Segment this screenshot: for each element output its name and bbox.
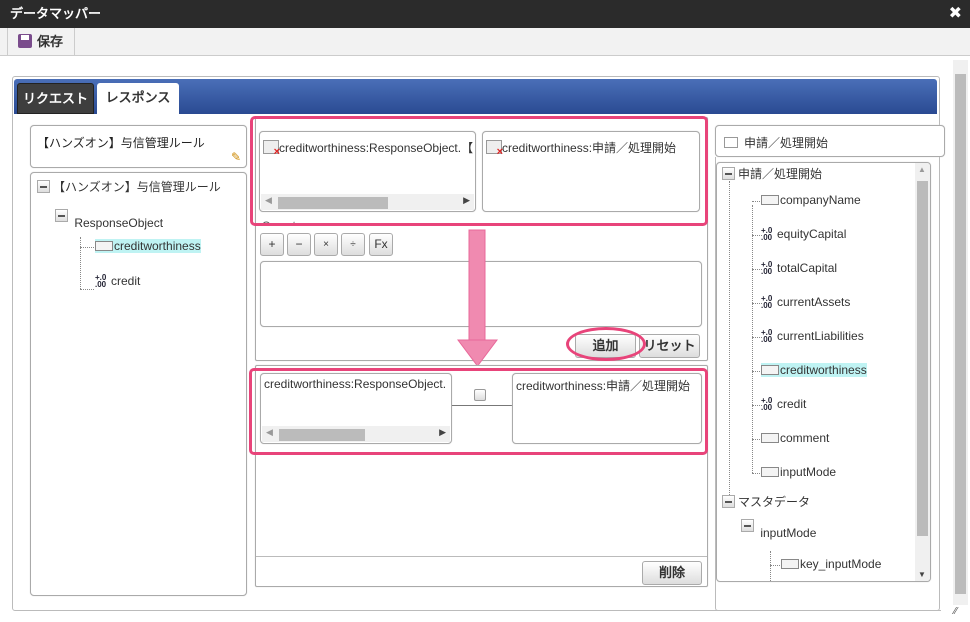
node-label: creditworthiness <box>114 239 201 253</box>
toolbar: 保存 <box>0 28 970 56</box>
plus-operator-button[interactable]: + <box>260 233 284 256</box>
tree-node-responseobject[interactable]: ResponseObject <box>55 209 163 230</box>
tab-request[interactable]: リクエスト <box>17 83 94 114</box>
tree-leaf-creditworthiness[interactable]: creditworthiness <box>95 239 201 253</box>
divider <box>256 556 707 557</box>
edit-highlight-box <box>250 116 708 226</box>
form-icon <box>724 137 738 148</box>
collapse-icon[interactable] <box>55 209 68 222</box>
function-button[interactable]: Fx <box>369 233 393 256</box>
rule-name-box: 【ハンズオン】与信管理ルール ✎ <box>30 125 247 168</box>
window-title: データマッパー <box>0 0 970 28</box>
resize-handle-icon[interactable]: ⁄⁄ <box>954 606 957 617</box>
rule-name: 【ハンズオン】与信管理ルール <box>37 136 205 150</box>
node-label: credit <box>111 274 141 288</box>
tab-bar: リクエスト レスポンス <box>14 79 937 114</box>
string-field-icon <box>95 241 113 251</box>
save-button[interactable]: 保存 <box>7 28 75 56</box>
node-label: 【ハンズオン】与信管理ルール <box>53 180 221 194</box>
right-panel-frame <box>715 157 941 611</box>
mapping-highlight-box <box>249 368 708 455</box>
collapse-icon[interactable] <box>37 180 50 193</box>
divide-operator-button[interactable]: ÷ <box>341 233 365 256</box>
minus-operator-button[interactable]: − <box>287 233 311 256</box>
save-label: 保存 <box>37 34 64 49</box>
left-tree: 【ハンズオン】与信管理ルール ResponseObject creditwort… <box>30 172 247 596</box>
tree-leaf-credit[interactable]: +.0.00 credit <box>95 273 141 289</box>
down-arrow-icon <box>457 229 498 367</box>
close-icon[interactable]: ✖ <box>949 0 962 28</box>
target-header: 申請／処理開始 <box>715 125 945 157</box>
add-highlight-ellipse <box>566 327 646 361</box>
target-title: 申請／処理開始 <box>744 136 829 150</box>
delete-button[interactable]: 削除 <box>642 561 702 585</box>
page-scrollbar[interactable] <box>953 60 968 605</box>
multiply-operator-button[interactable]: × <box>314 233 338 256</box>
edit-pencil-icon[interactable]: ✎ <box>231 150 241 164</box>
node-label: ResponseObject <box>74 216 164 230</box>
floppy-disk-icon <box>18 34 32 48</box>
reset-button[interactable]: リセット <box>639 334 700 358</box>
tab-response[interactable]: レスポンス <box>97 83 179 114</box>
number-field-icon: +.0.00 <box>95 273 107 289</box>
tree-node-root[interactable]: 【ハンズオン】与信管理ルール <box>37 178 221 195</box>
